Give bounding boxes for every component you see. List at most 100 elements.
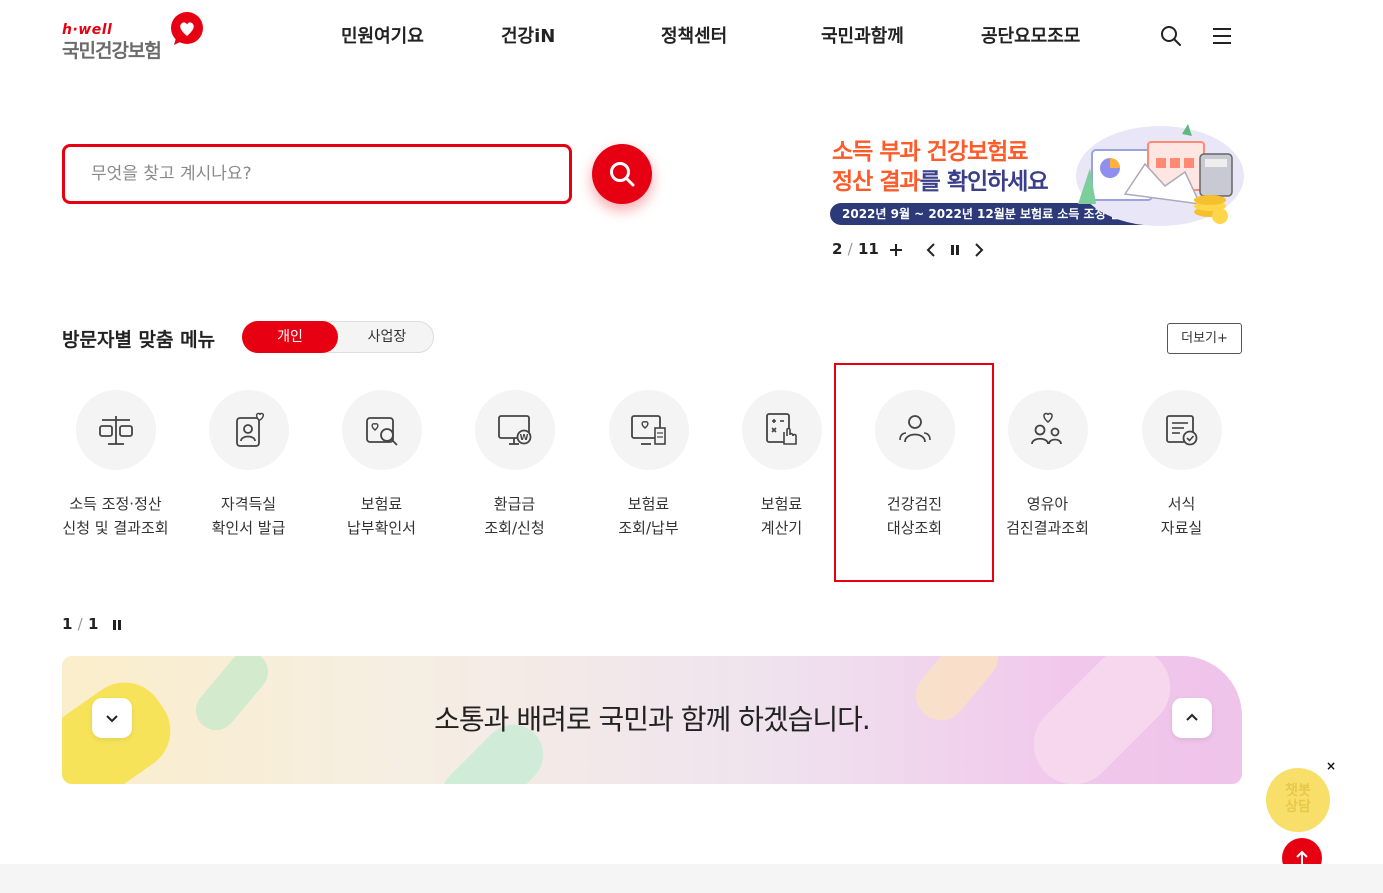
banner-headline-2: 정산 결과를 확인하세요 <box>832 162 1049 196</box>
search-box <box>62 144 572 204</box>
calculator-hand-icon <box>765 413 797 445</box>
scale-icon <box>98 416 133 445</box>
visitor-toggle: 개인 사업장 <box>242 321 434 353</box>
menu-item-circle <box>75 390 156 470</box>
menu-item-eligibility-certificate[interactable]: 자격득실확인서 발급 <box>182 390 315 540</box>
menu-label-line2: 계산기 <box>760 519 803 537</box>
menu-item-label: 보험료납부확인서 <box>315 492 448 540</box>
banner-headline-2b: 를 확인하세요 <box>919 169 1049 195</box>
banner-current-page: 2 <box>832 240 843 258</box>
chatbot-label: 챗봇 상담 <box>1266 783 1330 815</box>
menu-item-label: 환급금 조회/신청 <box>448 492 581 540</box>
search-icon[interactable] <box>1159 24 1183 48</box>
more-button[interactable]: 더보기+ <box>1167 323 1242 354</box>
menu-item-circle <box>608 390 689 470</box>
menu-item-circle <box>208 390 289 470</box>
menu-icon[interactable] <box>1210 24 1234 48</box>
menu-label-line1: 자격득실 <box>220 495 277 513</box>
family-heart-icon <box>1030 412 1062 445</box>
chevron-down-icon <box>106 715 118 723</box>
logo-heart-icon <box>171 12 203 45</box>
menu-label-line2: 자료실 <box>1160 519 1203 537</box>
banner-page-count: 2 / 11 <box>832 240 879 258</box>
menu-label-line1: 보험료 <box>360 495 403 513</box>
chevron-left-icon[interactable] <box>921 240 941 260</box>
menu-item-label: 영유아검진결과조회 <box>981 492 1114 540</box>
menu-item-premium-inquiry[interactable]: 보험료조회/납부 <box>582 390 715 540</box>
search-input[interactable] <box>65 147 569 201</box>
menu-label-line1: 소득 조정·정산 <box>69 495 162 513</box>
menu-label-line2: 조회/납부 <box>618 519 679 537</box>
chatbot-label-line2: 상담 <box>1285 799 1311 815</box>
footer-strip <box>0 864 1383 893</box>
slogan-prev-button[interactable] <box>92 698 132 738</box>
menu-label-line1: 보험료 <box>760 495 803 513</box>
chatbot-button[interactable]: 챗봇 상담 <box>1266 768 1330 832</box>
menu-label-line2: 대상조회 <box>886 519 943 537</box>
promo-banner[interactable]: 소득 부과 건강보험료 정산 결과를 확인하세요 2022년 9월 ~ 2022… <box>830 120 1245 230</box>
menu-item-label: 건강검진대상조회 <box>848 492 981 540</box>
menu-label-line2: 검진결과조회 <box>1006 519 1089 537</box>
menu-label-line2: 납부확인서 <box>346 519 416 537</box>
menu-page-count: 1 / 1 <box>62 615 99 633</box>
menu-item-forms-library[interactable]: 서식자료실 <box>1115 390 1248 540</box>
search-icon <box>610 162 635 187</box>
nav-item-health-in[interactable]: 건강iN <box>501 22 555 48</box>
menu-label-line1: 건강검진 <box>886 495 943 513</box>
menu-item-label: 서식자료실 <box>1115 492 1248 540</box>
logo-name: 국민건강보험 <box>62 40 162 62</box>
chatbot-label-line1: 챗봇 <box>1285 783 1311 799</box>
menu-item-circle <box>341 390 422 470</box>
menu-item-refund[interactable]: W 환급금 조회/신청 <box>448 390 581 540</box>
document-search-icon <box>365 417 398 446</box>
banner-headline-2a: 정산 결과 <box>832 169 921 195</box>
menu-label-line1: 보험료 <box>627 495 670 513</box>
menu-item-premium-calculator[interactable]: 보험료계산기 <box>715 390 848 540</box>
menu-item-label: 보험료계산기 <box>715 492 848 540</box>
tab-business[interactable]: 사업장 <box>339 321 435 353</box>
chevron-up-icon <box>1186 713 1198 721</box>
menu-item-label: 보험료조회/납부 <box>582 492 715 540</box>
nav-item-with-citizens[interactable]: 국민과함께 <box>821 22 904 48</box>
svg-text:W: W <box>519 433 528 442</box>
menu-item-circle <box>741 390 822 470</box>
menu-item-payment-confirmation[interactable]: 보험료납부확인서 <box>315 390 448 540</box>
slogan-text: 소통과 배려로 국민과 함께 하겠습니다. <box>434 703 871 736</box>
nav-item-civil-service[interactable]: 민원여기요 <box>341 22 424 48</box>
menu-item-circle <box>1007 390 1088 470</box>
menu-item-circle <box>874 390 955 470</box>
menu-label-line1: 영유아 <box>1026 495 1069 513</box>
slogan-banner: 소통과 배려로 국민과 함께 하겠습니다. <box>62 656 1242 784</box>
monitor-receipt-icon <box>630 415 666 445</box>
menu-item-label: 소득 조정·정산 신청 및 결과조회 <box>49 492 182 540</box>
slogan-next-button[interactable] <box>1172 698 1212 738</box>
chevron-right-icon[interactable] <box>969 240 989 260</box>
pause-icon[interactable] <box>945 240 965 260</box>
banner-headline-1: 소득 부과 건강보험료 <box>832 139 1028 165</box>
nav-item-about[interactable]: 공단요모조모 <box>981 22 1080 48</box>
menu-item-health-checkup[interactable]: 건강검진대상조회 <box>848 390 981 540</box>
menu-item-circle <box>1141 390 1222 470</box>
pause-icon[interactable] <box>107 615 127 635</box>
menu-total-pages: 1 <box>87 615 99 633</box>
menu-label-line1: 서식 <box>1167 495 1196 513</box>
search-button[interactable] <box>592 144 652 204</box>
form-check-icon <box>1165 415 1197 446</box>
banner-illustration-icon <box>1076 124 1244 226</box>
id-card-heart-icon <box>235 412 264 447</box>
chatbot-close-icon[interactable]: × <box>1324 759 1338 773</box>
menu-item-circle: W <box>474 390 555 470</box>
menu-item-label: 자격득실확인서 발급 <box>182 492 315 540</box>
menu-item-income-adjustment[interactable]: 소득 조정·정산 신청 및 결과조회 <box>49 390 182 540</box>
nav-item-policy-center[interactable]: 정책센터 <box>661 22 727 48</box>
menu-label-line2: 확인서 발급 <box>211 519 286 537</box>
tab-personal[interactable]: 개인 <box>242 321 338 353</box>
banner-total-pages: 11 <box>857 240 879 258</box>
logo[interactable]: h·well 국민건강보험 <box>62 12 212 62</box>
menu-current-page: 1 <box>62 615 73 633</box>
section-title: 방문자별 맞춤 메뉴 <box>62 329 216 351</box>
menu-item-infant-checkup[interactable]: 영유아검진결과조회 <box>981 390 1114 540</box>
monitor-coin-icon: W <box>497 415 531 445</box>
plus-icon[interactable] <box>886 240 906 260</box>
people-icon <box>898 415 931 443</box>
